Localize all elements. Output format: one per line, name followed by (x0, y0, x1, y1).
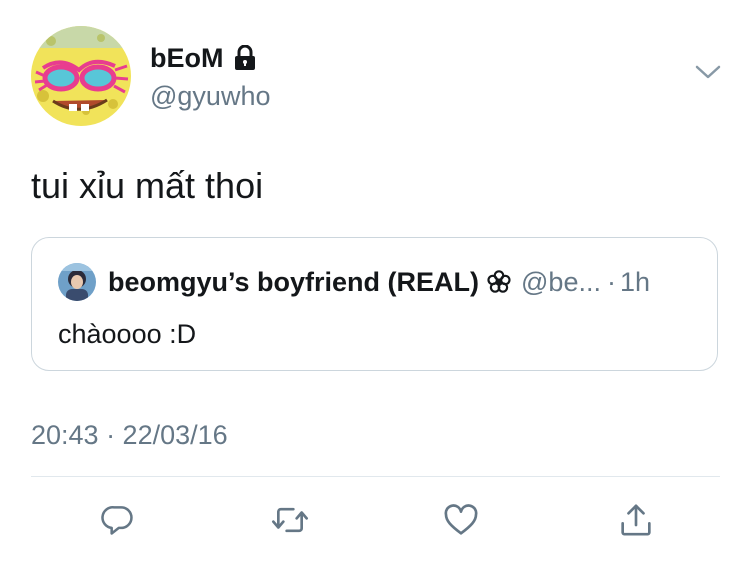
quoted-tweet[interactable]: beomgyu’s boyfriend (REAL) @be... · 1h c… (31, 237, 718, 371)
flower-icon (487, 270, 511, 294)
retweet-button[interactable] (270, 500, 310, 540)
tweet-timestamp[interactable]: 20:43 · 22/03/16 (31, 418, 228, 452)
quoted-display-name[interactable]: beomgyu’s boyfriend (REAL) (108, 265, 479, 299)
quoted-avatar-image (58, 263, 96, 301)
chevron-down-icon[interactable] (694, 62, 722, 82)
quoted-separator: · (606, 267, 616, 297)
reply-icon (101, 506, 133, 535)
share-icon (621, 504, 651, 536)
author-header[interactable]: bEoM (150, 41, 257, 75)
reply-button[interactable] (98, 500, 138, 540)
divider (31, 476, 720, 477)
quoted-text: chàoooo :D (58, 319, 197, 349)
like-button[interactable] (441, 500, 481, 540)
avatar[interactable] (31, 26, 131, 126)
heart-icon (444, 504, 478, 535)
lock-icon (233, 45, 257, 71)
display-name[interactable]: bEoM (150, 41, 224, 75)
quoted-handle[interactable]: @be... (521, 265, 601, 299)
share-button[interactable] (616, 500, 656, 540)
quoted-header: beomgyu’s boyfriend (REAL) @be... · 1h (108, 265, 650, 299)
avatar-image (31, 26, 131, 126)
quoted-time[interactable]: 1h (620, 265, 650, 299)
author-handle[interactable]: @gyuwho (150, 79, 270, 113)
tweet-text: tui xỉu mất thoi (31, 165, 264, 206)
quoted-avatar[interactable] (58, 263, 96, 301)
retweet-icon (272, 507, 308, 533)
